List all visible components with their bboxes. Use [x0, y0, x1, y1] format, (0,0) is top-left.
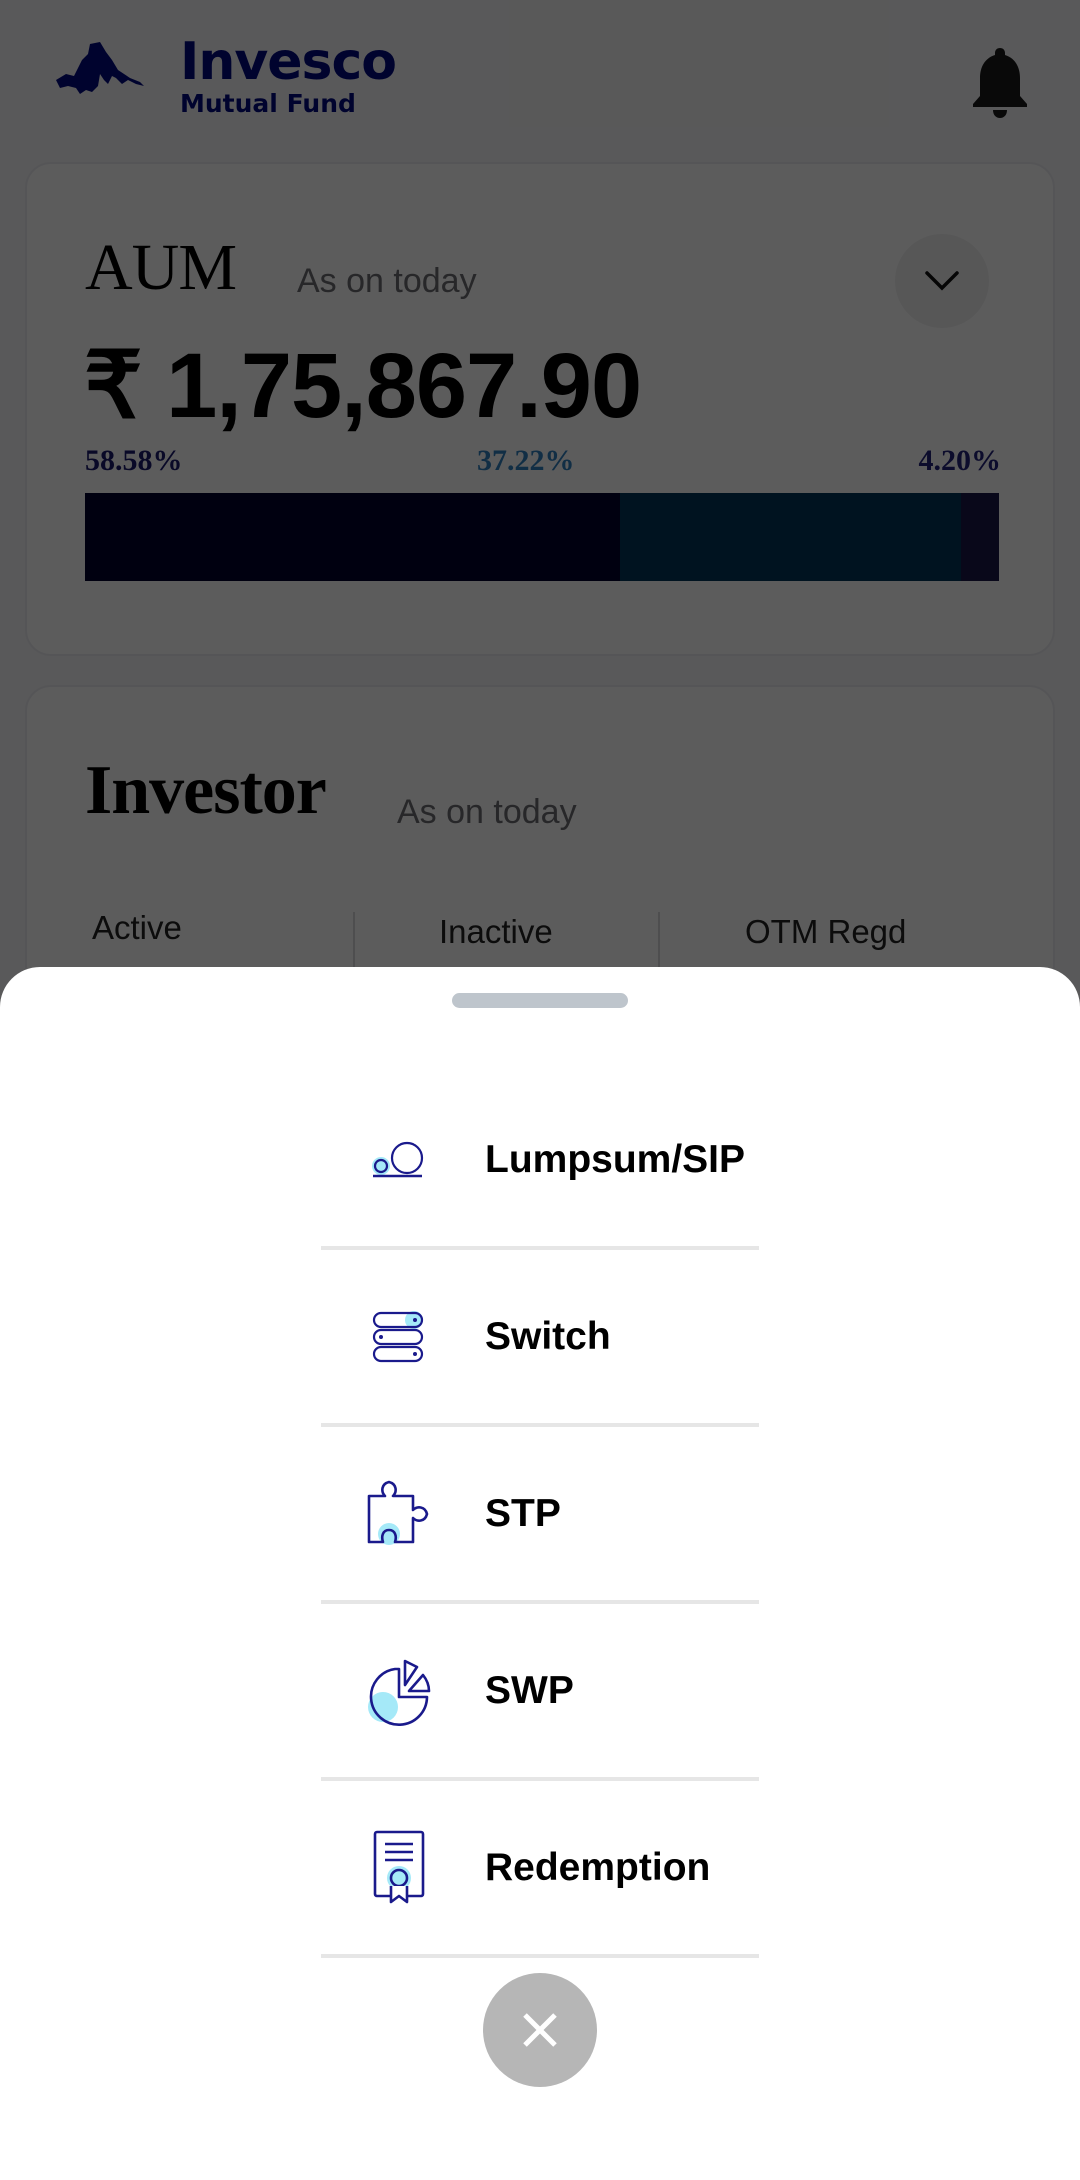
pie-chart-icon	[368, 1659, 431, 1726]
close-icon	[523, 2013, 557, 2047]
menu-item-label: SWP	[485, 1668, 574, 1712]
coins-icon	[372, 1141, 424, 1177]
transaction-bottom-sheet: Lumpsum/SIP Switch STP SWP Redemption	[0, 967, 1080, 2180]
menu-item-redemption[interactable]: Redemption	[321, 1781, 759, 1958]
close-sheet-button[interactable]	[483, 1973, 597, 2087]
menu-item-switch[interactable]: Switch	[321, 1250, 759, 1427]
menu-item-label: Switch	[485, 1314, 611, 1358]
menu-item-swp[interactable]: SWP	[321, 1604, 759, 1781]
sheet-drag-handle[interactable]	[452, 993, 628, 1008]
menu-item-label: Lumpsum/SIP	[485, 1137, 746, 1181]
menu-item-lumpsum-sip[interactable]: Lumpsum/SIP	[321, 1073, 759, 1250]
certificate-icon	[373, 1830, 425, 1903]
switch-stack-icon	[372, 1310, 424, 1362]
menu-item-label: Redemption	[485, 1845, 711, 1889]
transaction-menu: Lumpsum/SIP Switch STP SWP Redemption	[321, 1073, 759, 1958]
menu-item-stp[interactable]: STP	[321, 1427, 759, 1604]
puzzle-icon	[367, 1480, 429, 1545]
menu-item-label: STP	[485, 1491, 561, 1535]
